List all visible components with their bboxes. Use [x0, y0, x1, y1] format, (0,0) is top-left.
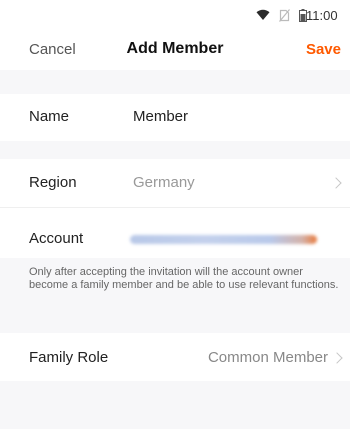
region-row[interactable]: Region Germany — [0, 159, 350, 207]
cancel-button[interactable]: Cancel — [29, 41, 76, 58]
name-input[interactable]: Member — [133, 108, 188, 125]
save-button[interactable]: Save — [306, 41, 341, 58]
name-row[interactable]: Name Member — [0, 94, 350, 141]
region-label: Region — [29, 174, 77, 191]
nav-bar: Add Member Cancel Save — [0, 30, 350, 70]
name-label: Name — [29, 108, 70, 125]
family-role-label: Family Role — [29, 349, 109, 366]
status-icons — [256, 8, 307, 22]
account-input-obscured[interactable] — [130, 235, 317, 244]
account-row[interactable]: Account — [0, 208, 350, 258]
chevron-right-icon — [331, 352, 343, 364]
family-role-row[interactable]: Family Role Common Member — [0, 333, 350, 381]
wifi-icon — [256, 9, 270, 20]
status-bar: 11:00 — [0, 0, 350, 30]
chevron-right-icon — [330, 177, 342, 189]
no-sim-icon — [279, 8, 290, 22]
status-time: 11:00 — [306, 8, 338, 23]
region-value: Germany — [133, 174, 195, 191]
family-role-value: Common Member — [207, 349, 328, 366]
account-label: Account — [29, 230, 84, 247]
invitation-note: Only after accepting the invitation will… — [29, 266, 339, 291]
